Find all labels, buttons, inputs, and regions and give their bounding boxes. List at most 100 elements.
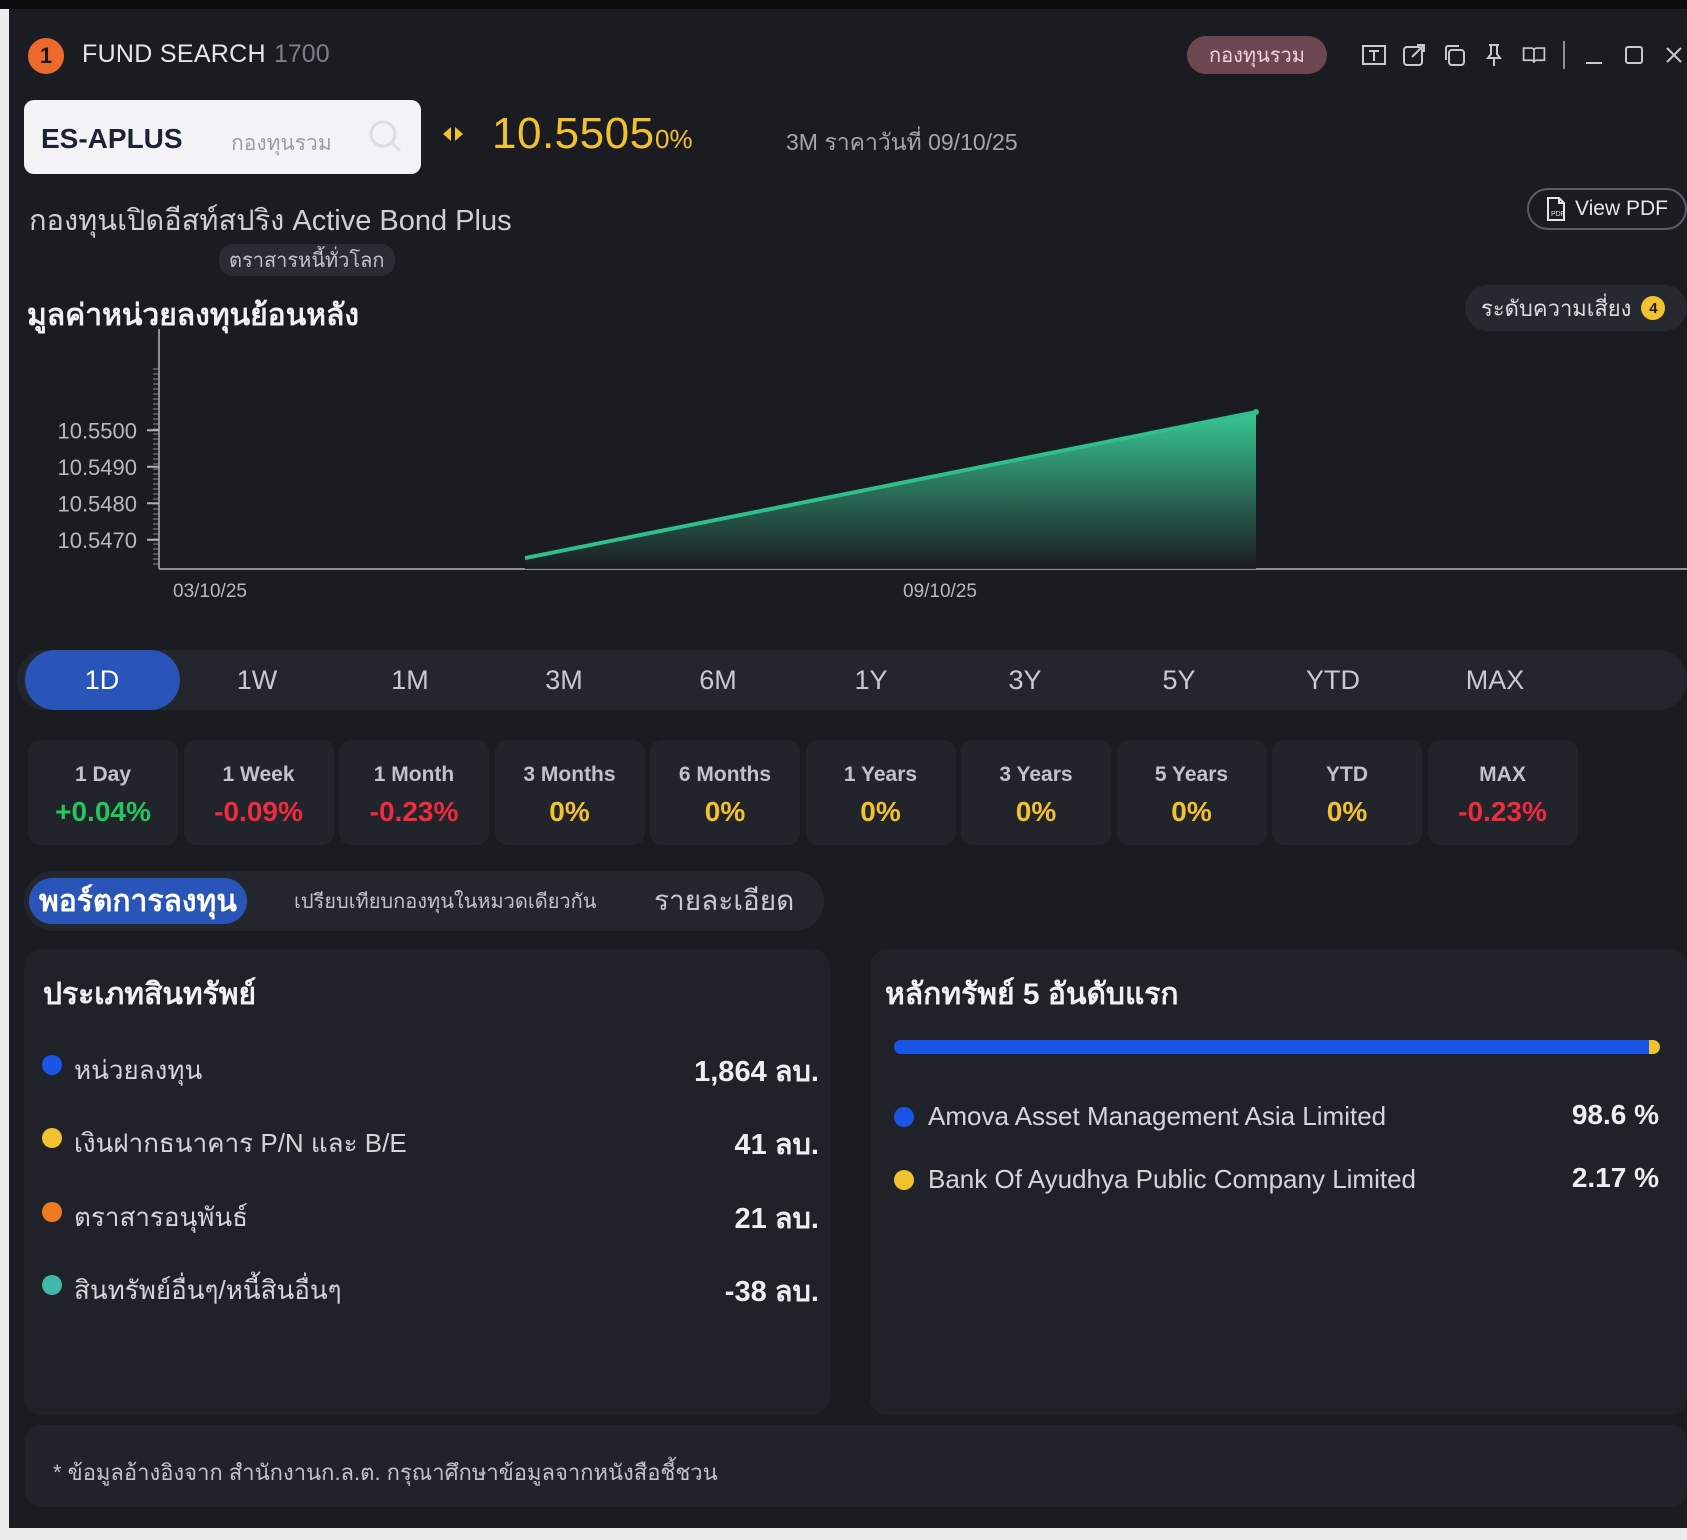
- search-icon[interactable]: [367, 118, 403, 159]
- performance-box: YTD 0%: [1272, 740, 1422, 845]
- legend-dot-icon: [42, 1128, 62, 1148]
- holding-row: Bank Of Ayudhya Public Company Limited 2.…: [894, 1160, 1659, 1200]
- text-frame-icon[interactable]: [1361, 42, 1387, 68]
- screen-top-strip: [0, 0, 1687, 9]
- performance-box: 5 Years 0%: [1116, 740, 1267, 845]
- performance-box: 3 Months 0%: [494, 740, 645, 845]
- asset-row: หน่วยลงทุน 1,864 ลบ.: [29, 1046, 819, 1088]
- close-icon[interactable]: [1661, 42, 1687, 68]
- nav-change: 0%: [655, 124, 693, 154]
- fund-search-window: 1 FUND SEARCH 1700 กองทุนรวม ES-APLUS กอ…: [9, 9, 1687, 1528]
- period-tab-3m[interactable]: 3M: [487, 650, 642, 710]
- chart-series: [524, 409, 1259, 569]
- asset-name: สินทรัพย์อื่นๆ/หนี้สินอื่นๆ: [74, 1275, 342, 1305]
- asset-value: 41 ลบ.: [734, 1129, 819, 1161]
- holding-value: 98.6 %: [1571, 1099, 1659, 1130]
- period-tab-1w[interactable]: 1W: [180, 650, 335, 710]
- asset-name: หน่วยลงทุน: [74, 1055, 203, 1085]
- pin-icon[interactable]: [1481, 42, 1507, 68]
- app-code: 1700: [274, 40, 330, 68]
- app-title: FUND SEARCH: [82, 40, 266, 68]
- performance-box: 3 Years 0%: [961, 740, 1111, 845]
- period-tab-6m[interactable]: 6M: [641, 650, 796, 710]
- nav-last-point: [1253, 409, 1259, 416]
- performance-label: 1 Day: [74, 763, 132, 786]
- performance-box: 1 Month -0.23%: [339, 740, 489, 845]
- maximize-icon[interactable]: [1621, 42, 1647, 68]
- performance-value: -0.23%: [1458, 796, 1547, 827]
- holding-name: Bank Of Ayudhya Public Company Limited: [928, 1164, 1417, 1194]
- asset-value: -38 ลบ.: [724, 1276, 819, 1308]
- holding-row: Amova Asset Management Asia Limited 98.6 …: [894, 1097, 1659, 1137]
- performance-value: 0%: [704, 796, 746, 827]
- period-tab-3y[interactable]: 3Y: [948, 650, 1103, 710]
- view-pdf-label: View PDF: [1575, 197, 1668, 220]
- external-link-icon[interactable]: [1401, 42, 1427, 68]
- performance-label: 1 Week: [222, 763, 295, 786]
- asset-row: สินทรัพย์อื่นๆ/หนี้สินอื่นๆ -38 ลบ.: [29, 1266, 819, 1308]
- fund-search-input[interactable]: ES-APLUS กองทุนรวม: [24, 100, 421, 174]
- holding-name: Amova Asset Management Asia Limited: [928, 1101, 1387, 1131]
- unchanged-arrows-icon: [442, 125, 464, 148]
- legend-dot-icon: [42, 1275, 62, 1295]
- view-pdf-button[interactable]: PDF View PDF: [1527, 188, 1687, 230]
- performance-value: -0.09%: [214, 796, 303, 827]
- y-tick-label: 10.5490: [57, 455, 137, 480]
- asset-row: ตราสารอนุพันธ์ 21 ลบ.: [29, 1193, 819, 1235]
- book-icon[interactable]: [1521, 42, 1547, 68]
- performance-row: 1 Day +0.04% 1 Week -0.09% 1 Month -0.23% 3 Mo…: [28, 740, 1687, 845]
- toolbar-separator: [1563, 41, 1565, 69]
- x-tick-label: 03/10/25: [173, 581, 247, 602]
- holding-value: 2.17 %: [1571, 1162, 1659, 1193]
- pdf-file-icon: PDF: [1547, 197, 1565, 221]
- performance-box: MAX -0.23%: [1427, 740, 1578, 845]
- tab-portfolio[interactable]: พอร์ตการลงทุน: [29, 878, 247, 924]
- performance-label: 3 Months: [523, 763, 616, 786]
- period-tab-ytd[interactable]: YTD: [1256, 650, 1411, 710]
- y-tick-label: 10.5500: [57, 418, 137, 443]
- nav-price: 10.5505: [492, 109, 655, 158]
- risk-level-pill[interactable]: ระดับความเสี่ยง 4: [1465, 285, 1687, 331]
- holdings-panel-title: หลักทรัพย์ 5 อันดับแรก: [885, 978, 1179, 1011]
- category-tag: ตราสารหนี้ทั่วโลก: [219, 244, 395, 276]
- legend-dot-icon: [894, 1107, 914, 1127]
- period-tab-5y[interactable]: 5Y: [1102, 650, 1257, 710]
- performance-box: 1 Week -0.09%: [183, 740, 334, 845]
- performance-label: 1 Years: [843, 763, 918, 786]
- holdings-proportion-bar: [894, 1040, 1660, 1054]
- period-tab-1m[interactable]: 1M: [333, 650, 488, 710]
- tab-compare-category[interactable]: เปรียบเทียบกองทุนในหมวดเดียวกัน: [294, 871, 596, 931]
- asset-row: เงินฝากธนาคาร P/N และ B/E 41 ลบ.: [29, 1119, 819, 1161]
- window-toolbar: [1361, 37, 1687, 73]
- performance-value: +0.04%: [55, 796, 151, 827]
- y-tick-label: 10.5470: [57, 528, 137, 553]
- performance-label: 6 Months: [678, 763, 772, 786]
- performance-value: 0%: [1171, 796, 1212, 827]
- asset-value: 21 ลบ.: [734, 1203, 819, 1235]
- search-category: กองทุนรวม: [231, 132, 332, 155]
- asset-panel-title: ประเภทสินทรัพย์: [43, 978, 257, 1011]
- period-tab-max[interactable]: MAX: [1418, 650, 1573, 710]
- nav-history-chart[interactable]: 10.5500 10.5490 10.5480 10.5470 03/10/25 09/1…: [9, 329, 1687, 639]
- period-selector: 1D 1W 1M 3M 6M 1Y 3Y 5Y YTD MAX: [17, 650, 1687, 710]
- svg-text:PDF: PDF: [1551, 211, 1565, 218]
- x-tick-label: 09/10/25: [903, 581, 977, 602]
- period-tab-1d[interactable]: 1D: [24, 650, 180, 710]
- tab-details[interactable]: รายละเอียด: [654, 871, 794, 931]
- minimize-icon[interactable]: [1581, 42, 1607, 68]
- fund-type-pill[interactable]: กองทุนรวม: [1187, 36, 1327, 74]
- risk-level-badge: 4: [1641, 296, 1666, 320]
- performance-box: 6 Months 0%: [650, 740, 800, 845]
- asset-name: เงินฝากธนาคาร P/N และ B/E: [74, 1128, 407, 1158]
- performance-label: 1 Month: [373, 763, 455, 786]
- performance-value: 0%: [860, 796, 901, 827]
- performance-box: 1 Years 0%: [805, 740, 956, 845]
- duplicate-icon[interactable]: [1441, 42, 1467, 68]
- asset-type-panel: [24, 949, 830, 1415]
- portfolio-tabs: พอร์ตการลงทุน เปรียบเทียบกองทุนในหมวดเดี…: [24, 871, 824, 931]
- asset-name: ตราสารอนุพันธ์: [74, 1202, 249, 1232]
- legend-dot-icon: [42, 1202, 62, 1222]
- fund-full-name: กองทุนเปิดอีสท์สปริง Active Bond Plus: [29, 205, 512, 237]
- period-tab-1y[interactable]: 1Y: [794, 650, 949, 710]
- performance-label: MAX: [1479, 763, 1526, 786]
